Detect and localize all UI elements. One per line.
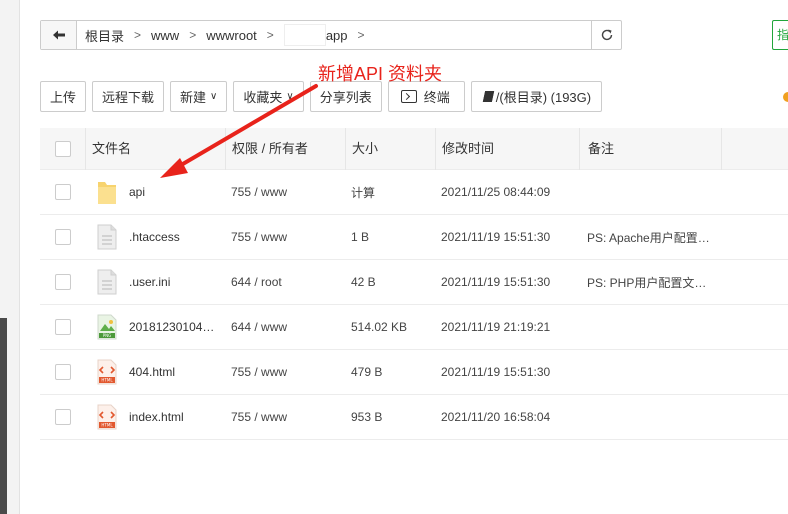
row-note[interactable]: PS: PHP用户配置文… xyxy=(579,274,721,291)
file-name-link[interactable]: api xyxy=(129,185,145,199)
chevron-right-icon: > xyxy=(134,28,142,42)
new-dropdown-button[interactable]: 新建 ∨ xyxy=(170,81,228,112)
row-size: 479 B xyxy=(351,365,383,379)
row-time: 2021/11/19 15:51:30 xyxy=(441,365,551,379)
table-row[interactable]: .user.ini 644 / root 42 B 2021/11/19 15:51:… xyxy=(40,260,788,305)
status-dot xyxy=(783,92,788,102)
favorites-dropdown-button[interactable]: 收藏夹 ∨ xyxy=(233,81,304,112)
svg-text:HTML: HTML xyxy=(101,378,113,383)
file-name-link[interactable]: 404.html xyxy=(129,365,175,379)
annotation-label: 新增API 资料夹 xyxy=(318,64,443,84)
breadcrumb-item-app[interactable]: app > xyxy=(283,24,375,46)
row-checkbox[interactable] xyxy=(54,184,71,200)
file-icon xyxy=(97,224,117,250)
chevron-right-icon: > xyxy=(266,28,274,42)
row-select-cell xyxy=(40,229,85,245)
table-header: 文件名 权限 / 所有者 大小 修改时间 备注 xyxy=(40,127,788,170)
header-note: 备注 xyxy=(579,127,721,170)
row-perm[interactable]: 644 / www xyxy=(225,320,345,334)
row-time: 2021/11/19 21:19:21 xyxy=(441,320,551,334)
chevron-down-icon: ∨ xyxy=(210,91,218,102)
row-perm[interactable]: 644 / root xyxy=(225,275,345,289)
file-table: 文件名 权限 / 所有者 大小 修改时间 备注 api 755 / www 计算 20… xyxy=(40,127,788,440)
row-checkbox[interactable] xyxy=(54,409,71,425)
row-size: 514.02 KB xyxy=(351,320,408,334)
row-select-cell xyxy=(40,319,85,335)
row-select-cell xyxy=(40,184,85,200)
row-checkbox[interactable] xyxy=(54,274,71,290)
row-size[interactable]: 计算 xyxy=(345,184,435,201)
header-size[interactable]: 大小 xyxy=(345,127,435,170)
row-perm[interactable]: 755 / www xyxy=(225,365,345,379)
table-row[interactable]: PNG 20181230104… 644 / www 514.02 KB 2021/11… xyxy=(40,305,788,350)
row-time: 2021/11/25 08:44:09 xyxy=(441,185,551,199)
upload-button[interactable]: 上传 xyxy=(40,81,87,112)
row-select-cell xyxy=(40,364,85,380)
chevron-down-icon: ∨ xyxy=(286,91,294,102)
html-icon: HTML xyxy=(97,359,117,385)
side-gutter-dark-strip xyxy=(0,318,7,514)
row-time: 2021/11/20 16:58:04 xyxy=(441,410,551,424)
table-row[interactable]: api 755 / www 计算 2021/11/25 08:44:09 xyxy=(40,170,788,215)
row-time: 2021/11/19 15:51:30 xyxy=(441,275,551,289)
refresh-icon xyxy=(601,29,612,41)
png-icon: PNG xyxy=(97,314,117,340)
header-name[interactable]: 文件名 xyxy=(85,127,225,170)
row-select-cell xyxy=(40,274,85,290)
table-row[interactable]: .htaccess 755 / www 1 B 2021/11/19 15:51:30… xyxy=(40,215,788,260)
file-name-link[interactable]: index.html xyxy=(129,410,184,424)
table-row[interactable]: HTML 404.html 755 / www 479 B 2021/11/19 15:… xyxy=(40,350,788,395)
file-name-link[interactable]: 20181230104… xyxy=(129,320,214,334)
row-perm[interactable]: 755 / www xyxy=(225,185,345,199)
select-all-cell xyxy=(40,140,85,157)
arrow-left-icon xyxy=(52,30,65,40)
table-body: api 755 / www 计算 2021/11/25 08:44:09 .htacce… xyxy=(40,170,788,440)
row-name-cell: PNG 20181230104… xyxy=(85,314,225,340)
chevron-right-icon: > xyxy=(189,28,197,42)
row-checkbox[interactable] xyxy=(54,364,71,380)
breadcrumb-item-www[interactable]: www > xyxy=(151,28,206,43)
row-size: 1 B xyxy=(351,230,370,244)
file-name-link[interactable]: .user.ini xyxy=(129,275,170,289)
header-perm[interactable]: 权限 / 所有者 xyxy=(225,127,345,170)
file-name-link[interactable]: .htaccess xyxy=(129,230,180,244)
breadcrumb-item-root[interactable]: 根目录 > xyxy=(85,26,151,45)
row-perm[interactable]: 755 / www xyxy=(225,230,345,244)
header-extra xyxy=(721,127,788,170)
svg-text:HTML: HTML xyxy=(101,423,113,428)
partial-right-button[interactable]: 指 xyxy=(772,20,788,50)
row-name-cell: api xyxy=(85,179,225,205)
file-icon xyxy=(97,269,117,295)
row-checkbox[interactable] xyxy=(54,319,71,335)
terminal-icon xyxy=(400,90,417,103)
row-time: 2021/11/19 15:51:30 xyxy=(441,230,551,244)
side-gutter xyxy=(0,0,20,514)
redacted-block xyxy=(283,24,326,46)
row-name-cell: HTML index.html xyxy=(85,404,225,430)
row-checkbox[interactable] xyxy=(54,229,71,245)
disk-icon xyxy=(482,91,494,102)
breadcrumb-item-wwwroot[interactable]: wwwroot > xyxy=(206,28,284,43)
row-name-cell: HTML 404.html xyxy=(85,359,225,385)
folder-icon xyxy=(97,179,117,205)
disk-button[interactable]: /(根目录) (193G) xyxy=(470,81,603,112)
back-button[interactable] xyxy=(41,21,77,49)
row-select-cell xyxy=(40,409,85,425)
row-perm[interactable]: 755 / www xyxy=(225,410,345,424)
path-bar: 根目录 > www > wwwroot > app > xyxy=(40,20,622,50)
refresh-button[interactable] xyxy=(591,21,621,49)
remote-download-button[interactable]: 远程下载 xyxy=(92,81,165,112)
html-icon: HTML xyxy=(97,404,117,430)
chevron-right-icon: > xyxy=(357,28,365,42)
breadcrumb: 根目录 > www > wwwroot > app > xyxy=(77,24,591,46)
select-all-checkbox[interactable] xyxy=(54,140,71,157)
row-size: 42 B xyxy=(351,275,376,289)
table-row[interactable]: HTML index.html 755 / www 953 B 2021/11/20 1… xyxy=(40,395,788,440)
row-size: 953 B xyxy=(351,410,383,424)
header-time[interactable]: 修改时间 xyxy=(435,127,579,170)
row-note[interactable]: PS: Apache用户配置… xyxy=(579,229,721,246)
row-name-cell: .htaccess xyxy=(85,224,225,250)
svg-text:PNG: PNG xyxy=(103,333,112,338)
row-name-cell: .user.ini xyxy=(85,269,225,295)
